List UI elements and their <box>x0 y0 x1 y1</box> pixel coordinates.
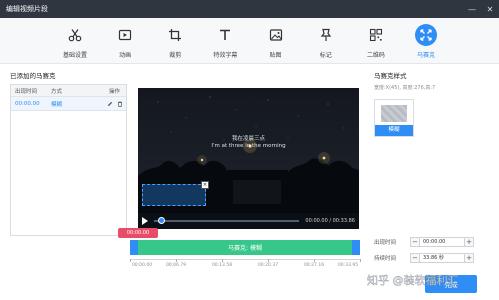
appear-time-field: 出现时间 − 00:00.00 + <box>374 236 474 248</box>
text-icon <box>214 24 236 46</box>
ruler-label: 00:06.79 <box>165 263 187 268</box>
animation-icon <box>114 24 136 46</box>
time-ruler: 00:00.00 00:06.79 00:13.58 00:20.37 00:27.16… <box>130 259 361 273</box>
increment-button[interactable]: + <box>464 237 474 247</box>
seek-knob[interactable] <box>158 217 165 224</box>
pin-icon <box>315 24 337 46</box>
video-caption-en: I'm at three in the morning <box>211 143 286 149</box>
tool-text-effects[interactable]: 特效字幕 <box>206 18 244 63</box>
scissors-icon <box>64 24 86 46</box>
ruler-line <box>130 259 360 260</box>
resize-handle-icon[interactable]: × <box>201 181 209 189</box>
tool-basic-settings[interactable]: 基础设置 <box>56 18 94 63</box>
tool-qrcode[interactable]: 二维码 <box>357 18 395 63</box>
tool-label: 贴图 <box>269 52 282 59</box>
minimize-button[interactable]: — <box>463 0 481 18</box>
decrement-button[interactable]: − <box>410 237 420 247</box>
delete-icon[interactable] <box>117 101 123 107</box>
close-button[interactable]: ✕ <box>481 0 499 18</box>
ruler-label: 00:13.58 <box>211 263 233 268</box>
timeline-track: 马赛克: 模糊 <box>130 240 360 255</box>
seek-bar[interactable] <box>154 217 300 224</box>
tool-mosaic[interactable]: 马赛克 <box>407 18 445 63</box>
item-mode: 模糊 <box>51 101 63 108</box>
tool-sticker[interactable]: 贴图 <box>257 18 295 63</box>
list-header: 出现时间 方式 操作 <box>11 85 126 97</box>
header-mode: 方式 <box>51 88 63 95</box>
video-preview[interactable]: 我在凌晨三点 I'm at three in the morning × 00:… <box>138 88 359 229</box>
video-caption-cn: 我在凌晨三点 <box>231 136 265 142</box>
list-item[interactable]: 00:00.00 模糊 <box>11 97 126 111</box>
style-option-label: 模糊 <box>375 125 413 136</box>
tool-label: 标记 <box>319 52 332 59</box>
image-icon <box>265 24 287 46</box>
ruler-label: 00:33.95 <box>337 263 359 268</box>
tool-label: 基础设置 <box>62 52 87 59</box>
tool-label: 二维码 <box>366 52 385 59</box>
mosaic-icon <box>414 24 437 46</box>
mosaic-list-title: 已添加的马赛克 <box>10 72 56 80</box>
tool-crop[interactable]: 裁剪 <box>156 18 194 63</box>
tool-label: 马赛克 <box>416 52 435 59</box>
watermark-logo: 知乎 @装软福利汇 <box>367 273 459 287</box>
tool-mark[interactable]: 标记 <box>307 18 345 63</box>
current-time-marker[interactable]: 00:00.00 <box>118 228 158 238</box>
toolbar: 基础设置 动画 裁剪 特效字幕 贴图 标记 二维码 马赛克 <box>0 18 499 64</box>
mosaic-list: 出现时间 方式 操作 00:00.00 模糊 <box>10 84 127 236</box>
duration-spinbox: − 33.86 秒 + <box>410 253 474 263</box>
tool-label: 裁剪 <box>169 52 182 59</box>
header-time: 出现时间 <box>15 88 38 95</box>
ruler-label: 00:20.37 <box>257 263 279 268</box>
ruler-tick <box>222 259 223 262</box>
mosaic-style-panel: 马赛克样式 宽度:X(45), 高度:276,高:7 模糊 <box>374 70 492 150</box>
mosaic-style-hint: 宽度:X(45), 高度:276,高:7 <box>374 85 436 91</box>
tool-animation[interactable]: 动画 <box>106 18 144 63</box>
playback-time: 00:00.00 / 00:33.86 <box>305 218 355 224</box>
increment-button[interactable]: + <box>464 253 474 263</box>
item-time: 00:00.00 <box>15 100 40 107</box>
appear-time-input[interactable]: 00:00.00 <box>420 237 464 247</box>
mosaic-style-title: 马赛克样式 <box>374 72 407 80</box>
duration-label: 持续时间 <box>374 256 397 262</box>
ruler-label: 00:00.00 <box>131 263 153 268</box>
style-option-blur[interactable]: 模糊 <box>374 99 414 137</box>
ruler-tick <box>268 259 269 262</box>
decrement-button[interactable]: − <box>410 253 420 263</box>
ruler-tick <box>360 259 361 262</box>
ruler-label: 00:27.16 <box>303 263 325 268</box>
player-controls: 00:00.00 / 00:33.86 <box>138 213 359 229</box>
tool-label: 特效字幕 <box>213 52 238 59</box>
duration-field: 持续时间 − 33.86 秒 + <box>374 252 474 264</box>
crop-icon <box>164 24 186 46</box>
item-actions <box>103 101 126 107</box>
mosaic-list-panel: 已添加的马赛克 出现时间 方式 操作 00:00.00 模糊 <box>10 70 127 236</box>
mosaic-region[interactable]: × <box>142 181 209 206</box>
appear-time-spinbox: − 00:00.00 + <box>410 237 474 247</box>
ruler-tick <box>130 259 131 262</box>
blur-preview <box>381 105 407 122</box>
mosaic-clip[interactable]: 马赛克: 模糊 <box>130 240 360 255</box>
window-title: 编辑视频片段 <box>6 5 48 13</box>
title-bar: 编辑视频片段 — ✕ <box>0 0 499 18</box>
ruler-tick <box>314 259 315 262</box>
watermark-text: 知乎 @装软福利汇 <box>367 273 459 287</box>
qrcode-icon <box>365 24 387 46</box>
header-actions: 操作 <box>108 88 120 95</box>
tool-label: 动画 <box>119 52 132 59</box>
ruler-tick <box>176 259 177 262</box>
edit-icon[interactable] <box>107 101 113 107</box>
play-icon[interactable] <box>142 217 148 225</box>
duration-input[interactable]: 33.86 秒 <box>420 253 464 263</box>
appear-time-label: 出现时间 <box>374 240 397 246</box>
